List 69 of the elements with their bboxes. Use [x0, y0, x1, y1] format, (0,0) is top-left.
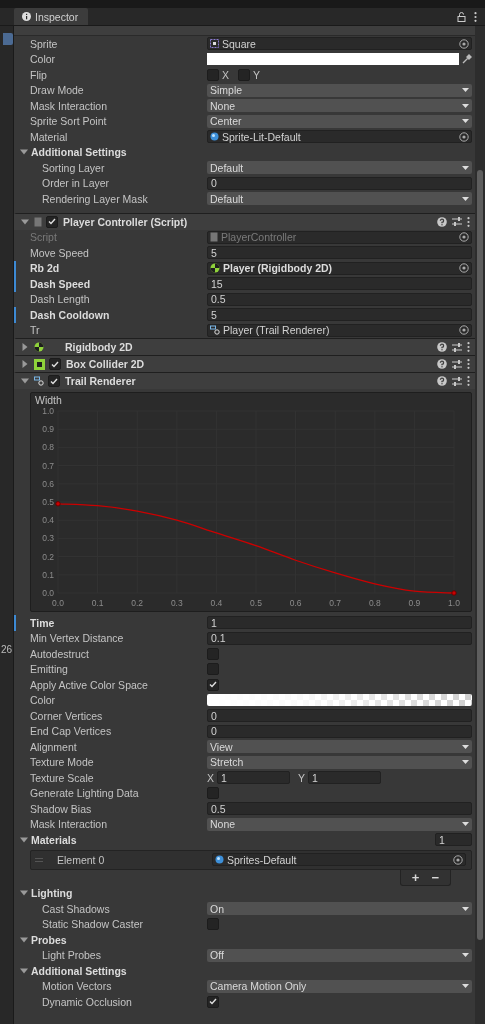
field-label: Material	[30, 130, 69, 143]
axis-label: Y	[253, 68, 261, 81]
field-label: Texture Scale	[30, 771, 95, 784]
component-title: Box Collider 2D	[66, 358, 145, 370]
component-title: Player Controller (Script)	[63, 215, 188, 228]
field-label: Light Probes	[42, 949, 102, 962]
field-label: Script	[30, 231, 58, 244]
field-label: Mask Interaction	[30, 818, 109, 831]
field-label: Static Shadow Caster	[42, 918, 144, 931]
axis-tick-label: 0.1	[91, 598, 104, 608]
axis-tick-label: 1.0	[448, 598, 460, 608]
axis-label: X	[207, 771, 214, 784]
axis-tick-label: 0.3	[42, 533, 54, 544]
field-label: Color	[30, 53, 57, 66]
axis-tick-label: 0.4	[42, 515, 54, 526]
field-label: End Cap Vertices	[30, 725, 113, 738]
field-label: Move Speed	[30, 246, 90, 259]
field-label: Draw Mode	[30, 84, 85, 97]
field-label: Mask Interaction	[30, 99, 109, 112]
field-label: Sprite	[30, 37, 59, 50]
axis-tick-label: 0.7	[329, 598, 342, 608]
field-label: Alignment	[30, 740, 78, 753]
field-label: Color	[30, 694, 57, 707]
field-label: Sorting Layer	[42, 161, 106, 174]
axis-label: X	[222, 68, 229, 81]
axis-tick-label: 0.2	[42, 551, 54, 562]
component-title: Trail Renderer	[65, 375, 136, 387]
axis-tick-label: 0.5	[42, 497, 54, 507]
axis-tick-label: 0.8	[42, 442, 54, 453]
field-label: Emitting	[30, 663, 69, 676]
field-label: Order in Layer	[42, 177, 111, 190]
element-label: Element 0	[57, 853, 105, 866]
field-label: Motion Vectors	[42, 980, 113, 993]
axis-tick-label: 0.9	[42, 424, 54, 435]
field-label: Dash Speed	[30, 277, 92, 290]
curve-title: Width	[34, 393, 63, 407]
field-label: Flip	[30, 68, 48, 81]
axis-tick-label: 0.2	[131, 598, 144, 608]
axis-tick-label: 0.9	[408, 598, 421, 608]
axis-tick-label: 0.6	[289, 598, 302, 608]
field-label: Time	[30, 616, 56, 629]
axis-tick-label: 0.8	[368, 598, 381, 608]
field-label: Generate Lighting Data	[30, 787, 140, 800]
axis-label: Y	[298, 771, 306, 784]
field-label: Dynamic Occlusion	[42, 995, 133, 1008]
axis-tick-label: 0.4	[210, 598, 223, 608]
field-label: Dash Cooldown	[30, 308, 111, 321]
field-label: Rendering Layer Mask	[42, 192, 149, 205]
axis-tick-label: 0.5	[250, 598, 262, 608]
field-label: Corner Vertices	[30, 709, 104, 722]
field-label: Shadow Bias	[30, 802, 93, 815]
side-panel-number: 26	[0, 644, 13, 655]
field-label: Tr	[30, 324, 41, 337]
axis-tick-label: 0.7	[42, 460, 54, 471]
field-label: Dash Length	[30, 293, 91, 306]
axis-tick-label: 0.0	[42, 588, 54, 598]
axis-tick-label: 0.1	[42, 569, 54, 580]
axis-tick-label: 0.6	[42, 478, 54, 489]
field-label: Rb 2d	[30, 262, 61, 275]
field-label: Apply Active Color Space	[30, 678, 149, 691]
axis-tick-label: 1.0	[42, 407, 54, 416]
axis-tick-label: 0.3	[170, 598, 183, 608]
field-label: Cast Shadows	[42, 902, 111, 915]
field-label: Sprite Sort Point	[30, 115, 108, 128]
field-label: Min Vertex Distance	[30, 632, 125, 645]
component-title: Rigidbody 2D	[65, 341, 133, 353]
axis-tick-label: 0.0	[52, 598, 64, 608]
field-label: Texture Mode	[30, 756, 95, 769]
field-label: Autodestruct	[30, 647, 90, 660]
